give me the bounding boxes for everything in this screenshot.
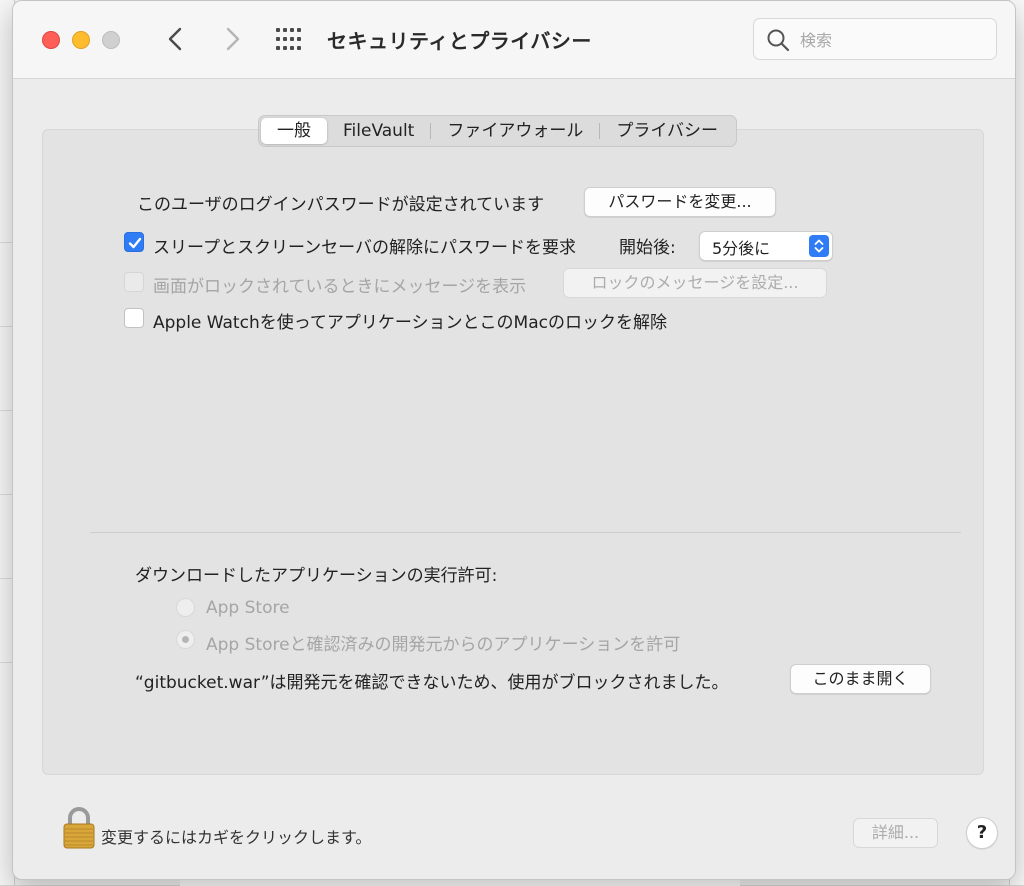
open-anyway-button[interactable]: このまま開く — [790, 664, 931, 694]
background-separator — [0, 242, 12, 243]
radio-app-store-identified[interactable] — [176, 630, 195, 649]
chevron-updown-icon — [814, 239, 824, 253]
title-bar: セキュリティとプライバシー — [13, 1, 1015, 79]
radio-selected-dot — [182, 636, 189, 643]
help-button[interactable]: ? — [966, 817, 998, 849]
checkmark-icon — [128, 237, 142, 249]
lock-hint-label: 変更するにはカギをクリックします。 — [101, 828, 372, 847]
background-separator — [0, 662, 12, 663]
start-after-label: 開始後: — [619, 238, 676, 258]
lock-button[interactable] — [62, 807, 96, 853]
password-status-label: このユーザのログインパスワードが設定されています — [137, 195, 545, 215]
change-password-button[interactable]: パスワードを変更... — [584, 187, 776, 217]
search-icon — [767, 29, 790, 52]
set-lock-message-button[interactable]: ロックのメッセージを設定... — [563, 268, 827, 298]
start-after-select[interactable]: 5分後に — [699, 231, 833, 261]
radio-app-store-identified-label: App Storeと確認済みの開発元からのアプリケーションを許可 — [206, 635, 681, 655]
tab-firewall[interactable]: ファイアウォール — [431, 118, 599, 144]
tab-privacy[interactable]: プライバシー — [600, 118, 734, 144]
tab-bar: 一般 FileVault ファイアウォール プライバシー — [258, 115, 738, 147]
chevron-left-icon — [168, 27, 182, 51]
require-password-label: スリープとスクリーンセーバの解除にパスワードを要求 — [153, 238, 576, 258]
search-field[interactable] — [753, 18, 997, 60]
grid-icon — [276, 28, 301, 50]
tab-general[interactable]: 一般 — [261, 118, 327, 144]
lock-message-label: 画面がロックされているときにメッセージを表示 — [153, 277, 527, 297]
back-button[interactable] — [161, 23, 191, 55]
lock-message-checkbox[interactable] — [124, 272, 144, 292]
forward-button[interactable] — [217, 23, 247, 55]
tab-filevault[interactable]: FileVault — [327, 118, 430, 144]
zoom-button[interactable] — [102, 31, 120, 49]
security-privacy-window: セキュリティとプライバシー 一般 FileVault ファイアウォール プライバ… — [12, 0, 1016, 880]
background-separator — [0, 326, 12, 327]
start-after-value: 5分後に — [712, 239, 771, 258]
require-password-checkbox[interactable] — [124, 232, 144, 252]
close-button[interactable] — [42, 31, 60, 49]
radio-app-store-label: App Store — [206, 598, 290, 618]
advanced-button[interactable]: 詳細... — [853, 818, 938, 848]
apple-watch-checkbox[interactable] — [124, 308, 144, 328]
select-stepper — [809, 235, 829, 257]
window-title: セキュリティとプライバシー — [327, 29, 592, 53]
lock-icon — [63, 807, 95, 849]
blocked-app-message: “gitbucket.war”は開発元を確認できないため、使用がブロックされまし… — [135, 673, 729, 693]
downloads-heading: ダウンロードしたアプリケーションの実行許可: — [135, 566, 498, 586]
chevron-right-icon — [226, 27, 240, 51]
section-divider — [90, 532, 961, 533]
background-separator — [0, 494, 12, 495]
radio-app-store[interactable] — [176, 598, 195, 617]
minimize-button[interactable] — [72, 31, 90, 49]
background-separator — [0, 578, 12, 579]
search-input[interactable] — [798, 27, 982, 53]
background-separator — [0, 410, 12, 411]
show-all-grid-button[interactable] — [275, 27, 303, 51]
apple-watch-label: Apple Watchを使ってアプリケーションとこのMacのロックを解除 — [153, 313, 667, 333]
